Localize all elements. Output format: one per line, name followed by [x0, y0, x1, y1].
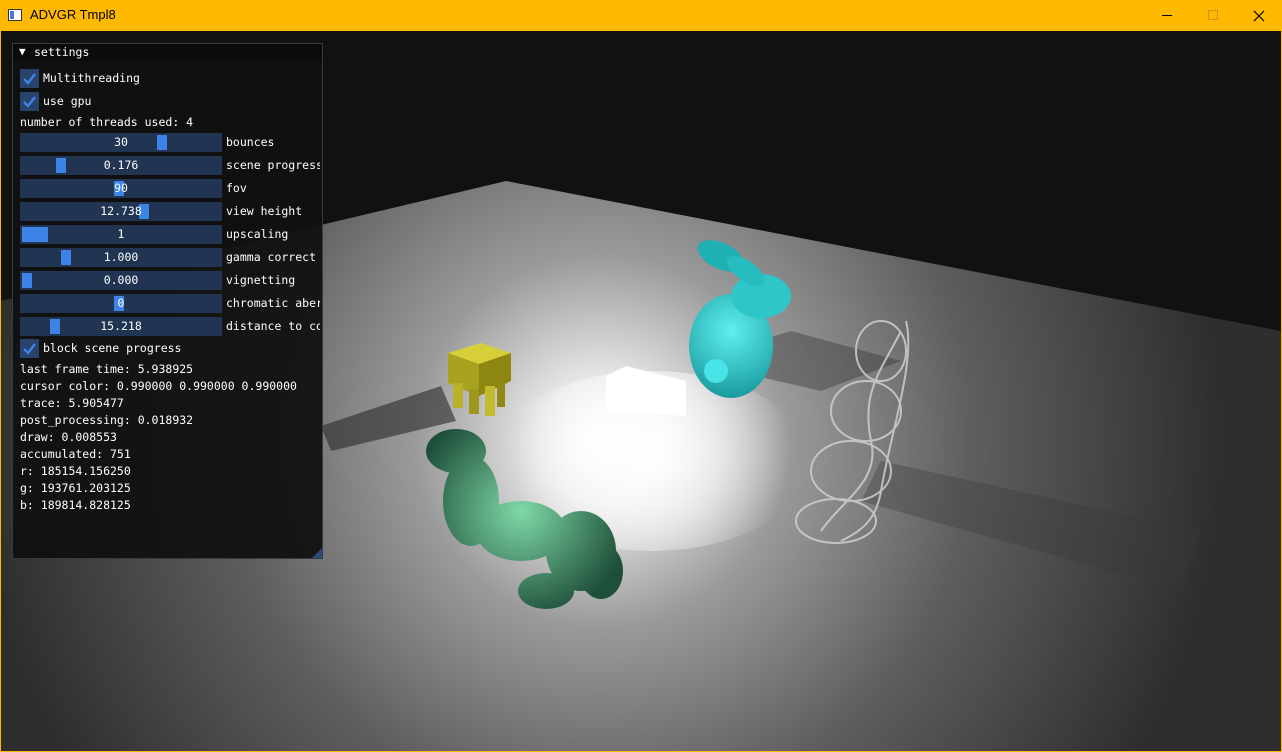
use-gpu-label: use gpu [43, 94, 92, 108]
slider-row[interactable]: 12.738 view height [20, 202, 320, 221]
slider-track[interactable]: 0.000 [20, 271, 222, 290]
slider-label: gamma correct [226, 250, 317, 264]
block-scene-progress-label: block scene progress [43, 341, 182, 355]
slider-row[interactable]: 0 chromatic aber [20, 294, 320, 313]
slider-label: view height [226, 204, 303, 218]
trace-text: trace: 5.905477 [20, 396, 124, 410]
minimize-icon [1161, 15, 1172, 16]
threads-text: number of threads used: 4 [20, 115, 194, 129]
r-text: r: 185154.156250 [20, 464, 131, 478]
maximize-button[interactable] [1190, 0, 1236, 31]
slider-value: 90 [114, 181, 128, 195]
slider-track[interactable]: 0 [20, 294, 222, 313]
draw-text: draw: 0.008553 [20, 430, 117, 444]
slider-track[interactable]: 1 [20, 225, 222, 244]
close-icon [1253, 10, 1265, 21]
last-frame-time-text: last frame time: 5.938925 [20, 362, 194, 376]
triangle-down-icon[interactable]: ▼ [19, 45, 26, 58]
checkmark-icon [23, 96, 36, 108]
slider-value: 12.738 [100, 204, 142, 218]
slider-label: vignetting [226, 273, 296, 287]
accumulated-text: accumulated: 751 [20, 447, 131, 461]
slider-value: 1.000 [103, 250, 139, 264]
slider-row[interactable]: 30 bounces [20, 133, 320, 152]
title-bar[interactable]: ADVGR Tmpl8 [0, 0, 1282, 31]
panel-title: settings [34, 45, 90, 59]
slider-value: 0.176 [103, 158, 139, 172]
post-processing-text: post_processing: 0.018932 [20, 413, 194, 427]
slider-label: fov [226, 181, 247, 195]
slider-label: chromatic aber [226, 296, 320, 310]
cursor-color-text: cursor color: 0.990000 0.990000 0.990000 [20, 379, 297, 393]
slider-value: 30 [114, 135, 128, 149]
checkmark-icon [23, 73, 36, 85]
app-window-icon [8, 9, 22, 21]
slider-label: scene progress [226, 158, 320, 172]
maximize-icon [1207, 10, 1218, 20]
slider-track[interactable]: 12.738 [20, 202, 222, 221]
slider-value: 15.218 [100, 319, 142, 333]
close-button[interactable] [1236, 0, 1282, 31]
slider-value: 0 [117, 296, 125, 310]
checkmark-icon [23, 343, 36, 355]
resize-grip[interactable] [312, 548, 322, 558]
block-scene-progress-checkbox[interactable] [20, 339, 39, 358]
multithreading-label: Multithreading [43, 71, 140, 85]
slider-label: upscaling [226, 227, 289, 241]
g-text: g: 193761.203125 [20, 481, 131, 495]
slider-label: bounces [226, 135, 275, 149]
minimize-button[interactable] [1144, 0, 1190, 31]
b-text: b: 189814.828125 [20, 498, 131, 512]
slider-row[interactable]: 1.000 gamma correct [20, 248, 320, 267]
slider-value: 1 [117, 227, 125, 241]
settings-panel[interactable]: ▼ settings Multithreading use gpu number… [12, 43, 323, 559]
panel-header[interactable]: ▼ settings [13, 44, 322, 61]
slider-row[interactable]: 0.000 vignetting [20, 271, 320, 290]
slider-row[interactable]: 1 upscaling [20, 225, 320, 244]
slider-value: 0.000 [103, 273, 139, 287]
window-frame: ▼ settings Multithreading use gpu number… [0, 31, 1282, 752]
slider-row[interactable]: 15.218 distance to co [20, 317, 320, 336]
slider-row[interactable]: 90 fov [20, 179, 320, 198]
slider-track[interactable]: 0.176 [20, 156, 222, 175]
slider-row[interactable]: 0.176 scene progress [20, 156, 320, 175]
multithreading-checkbox[interactable] [20, 69, 39, 88]
use-gpu-checkbox[interactable] [20, 92, 39, 111]
slider-track[interactable]: 30 [20, 133, 222, 152]
slider-label: distance to co [226, 319, 320, 333]
slider-track[interactable]: 90 [20, 179, 222, 198]
slider-track[interactable]: 1.000 [20, 248, 222, 267]
window-title: ADVGR Tmpl8 [30, 7, 116, 22]
slider-track[interactable]: 15.218 [20, 317, 222, 336]
